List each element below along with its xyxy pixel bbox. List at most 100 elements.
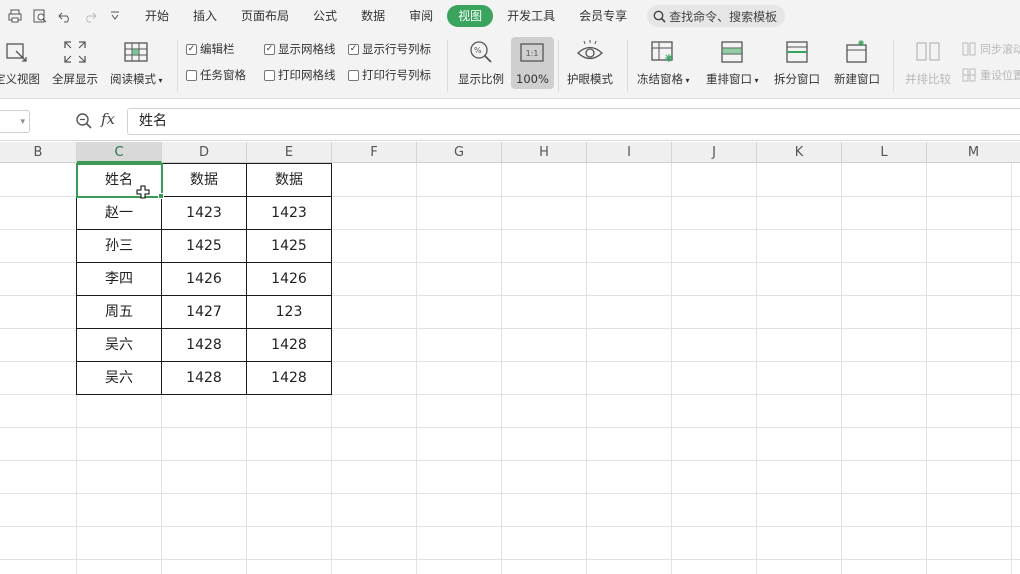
- split-window-icon: [784, 36, 810, 68]
- column-header-i[interactable]: I: [587, 142, 672, 163]
- tab-view[interactable]: 视图: [447, 5, 494, 27]
- column-header-c[interactable]: C: [77, 142, 162, 163]
- column-header-l[interactable]: L: [842, 142, 927, 163]
- reset-position-icon: [962, 68, 976, 82]
- table-cell[interactable]: 1426: [247, 263, 332, 296]
- gridline: [0, 460, 1020, 461]
- custom-view-button[interactable]: 定义视图: [0, 36, 40, 87]
- ribbon-divider: [893, 40, 894, 92]
- table-cell[interactable]: 1428: [162, 362, 247, 395]
- customize-icon[interactable]: [102, 4, 127, 28]
- task-pane-checkbox[interactable]: 任务窗格: [186, 67, 246, 83]
- table-cell[interactable]: 赵一: [76, 197, 162, 230]
- gridline: [501, 163, 502, 574]
- name-box[interactable]: ▾: [0, 110, 30, 133]
- print-gridlines-checkbox[interactable]: 打印网格线: [264, 67, 336, 83]
- table-cell[interactable]: 1428: [247, 362, 332, 395]
- table-cell[interactable]: 孙三: [76, 230, 162, 263]
- table-cell[interactable]: 李四: [76, 263, 162, 296]
- table-cell[interactable]: 吴六: [76, 362, 162, 395]
- formula-bar: ▾ fx 姓名: [0, 100, 1020, 141]
- table-cell[interactable]: 1423: [162, 197, 247, 230]
- gridline: [0, 559, 1020, 560]
- freeze-panes-button[interactable]: 冻结窗格 ▾: [637, 36, 690, 87]
- column-header-m[interactable]: M: [927, 142, 1020, 163]
- table-cell[interactable]: 周五: [76, 296, 162, 329]
- sync-scroll-button[interactable]: 同步滚动: [962, 41, 1020, 57]
- tab-formulas[interactable]: 公式: [301, 5, 349, 27]
- tab-member[interactable]: 会员专享: [567, 5, 639, 27]
- gridline: [0, 493, 1020, 494]
- print-preview-icon[interactable]: [27, 4, 52, 28]
- insert-function-button[interactable]: fx: [101, 110, 115, 128]
- checkbox-checked: ✓: [264, 43, 275, 55]
- zoom-button[interactable]: % 显示比例: [458, 36, 504, 87]
- edit-bar-checkbox[interactable]: ✓ 编辑栏: [186, 41, 235, 57]
- split-window-label: 拆分窗口: [774, 72, 820, 86]
- zoom-icon: %: [468, 36, 494, 68]
- table-cell[interactable]: 1428: [247, 329, 332, 362]
- table-cell[interactable]: 1426: [162, 263, 247, 296]
- tab-review[interactable]: 审阅: [397, 5, 445, 27]
- table-cell[interactable]: 吴六: [76, 329, 162, 362]
- column-header-g[interactable]: G: [417, 142, 502, 163]
- gridline: [756, 163, 757, 574]
- reading-mode-button[interactable]: 阅读模式 ▾: [110, 36, 163, 87]
- zoom-100-label: 100%: [516, 72, 549, 86]
- table-cell[interactable]: 1423: [247, 197, 332, 230]
- table-cell[interactable]: 1428: [162, 329, 247, 362]
- side-by-side-button[interactable]: 并排比较: [905, 36, 951, 87]
- column-header-d[interactable]: D: [162, 142, 247, 163]
- spreadsheet-grid[interactable]: 姓名 数据 数据 赵一 1423 1423 孙三 1425 1425 李四 14…: [0, 163, 1020, 574]
- full-screen-label: 全屏显示: [52, 72, 98, 86]
- cell-header-data[interactable]: 数据: [162, 163, 247, 197]
- column-header-e[interactable]: E: [247, 142, 332, 163]
- table-cell[interactable]: 1425: [247, 230, 332, 263]
- show-gridlines-checkbox[interactable]: ✓ 显示网格线: [264, 41, 336, 57]
- gridline: [926, 163, 927, 574]
- print-icon[interactable]: [2, 4, 27, 28]
- command-search[interactable]: 查找命令、搜索模板: [647, 5, 786, 27]
- freeze-panes-icon: [650, 36, 676, 68]
- column-headers: B C D E F G H I J K L M: [0, 142, 1020, 163]
- full-screen-button[interactable]: 全屏显示: [52, 36, 98, 87]
- formula-input[interactable]: 姓名: [127, 108, 1020, 135]
- column-header-k[interactable]: K: [757, 142, 842, 163]
- checkbox-checked: ✓: [186, 43, 197, 55]
- svg-text:1:1: 1:1: [526, 49, 539, 58]
- table-cell[interactable]: 1427: [162, 296, 247, 329]
- column-header-f[interactable]: F: [332, 142, 417, 163]
- zoom-formula-icon[interactable]: [75, 112, 93, 130]
- custom-view-icon: [4, 36, 30, 68]
- column-header-j[interactable]: J: [672, 142, 757, 163]
- new-window-button[interactable]: 新建窗口: [834, 36, 880, 87]
- reset-position-button[interactable]: 重设位置: [962, 67, 1020, 83]
- table-cell[interactable]: 123: [247, 296, 332, 329]
- rearrange-windows-icon: [719, 36, 745, 68]
- gridline: [586, 163, 587, 574]
- table-cell[interactable]: 1425: [162, 230, 247, 263]
- rearrange-windows-label: 重排窗口 ▾: [706, 72, 759, 86]
- eye-protection-label: 护眼模式: [567, 72, 613, 86]
- reading-mode-icon: [123, 36, 149, 68]
- split-window-button[interactable]: 拆分窗口: [774, 36, 820, 87]
- tab-insert[interactable]: 插入: [181, 5, 229, 27]
- fill-handle[interactable]: [158, 193, 164, 199]
- search-icon: [653, 10, 666, 23]
- tab-data[interactable]: 数据: [349, 5, 397, 27]
- tab-developer[interactable]: 开发工具: [495, 5, 567, 27]
- tab-page-layout[interactable]: 页面布局: [229, 5, 301, 27]
- tab-home[interactable]: 开始: [133, 5, 181, 27]
- side-by-side-label: 并排比较: [905, 72, 951, 86]
- new-window-label: 新建窗口: [834, 72, 880, 86]
- column-header-b[interactable]: B: [0, 142, 77, 163]
- redo-icon[interactable]: [77, 4, 102, 28]
- eye-protection-button[interactable]: 护眼模式: [567, 36, 613, 87]
- print-headings-checkbox[interactable]: 打印行号列标: [348, 67, 431, 83]
- undo-icon[interactable]: [52, 4, 77, 28]
- cell-header-data[interactable]: 数据: [247, 163, 332, 197]
- show-headings-checkbox[interactable]: ✓ 显示行号列标: [348, 41, 431, 57]
- rearrange-windows-button[interactable]: 重排窗口 ▾: [706, 36, 759, 87]
- column-header-h[interactable]: H: [502, 142, 587, 163]
- zoom-100-button[interactable]: 1:1 100%: [511, 37, 554, 89]
